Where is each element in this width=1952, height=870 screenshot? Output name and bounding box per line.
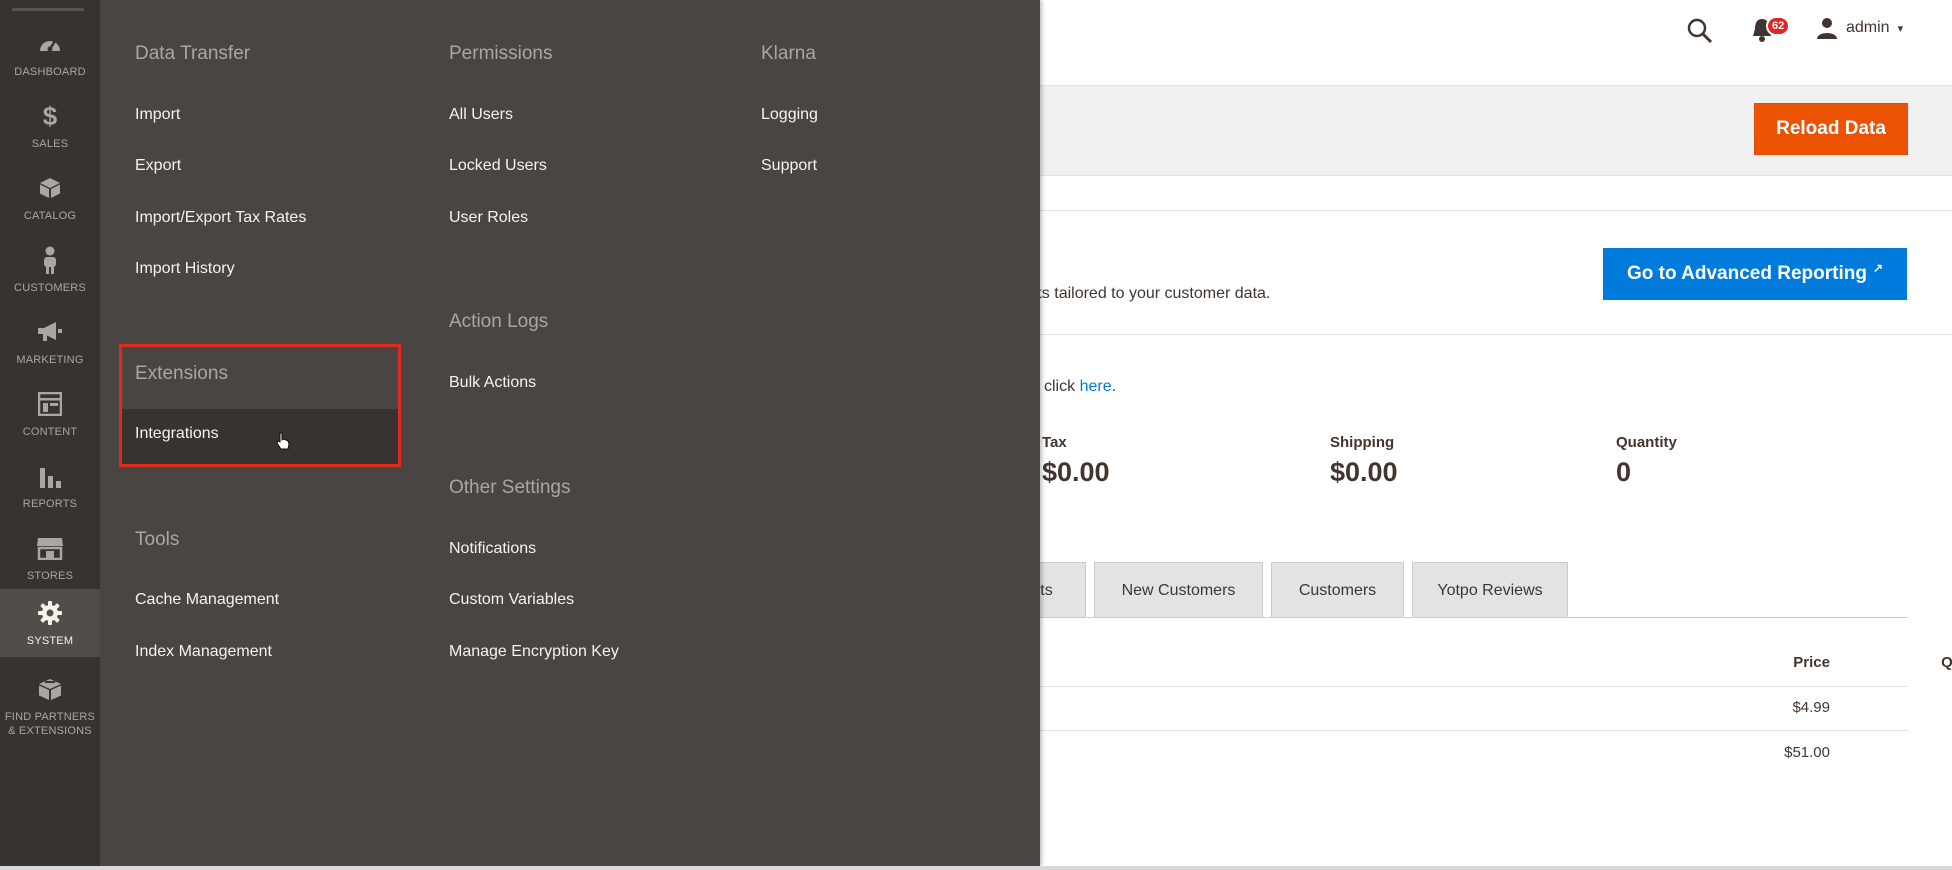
bar-chart-icon bbox=[35, 461, 65, 491]
table-cell-price: $51.00 bbox=[1784, 744, 1830, 761]
bottom-edge bbox=[0, 866, 1952, 870]
menu-item-locked-users[interactable]: Locked Users bbox=[449, 157, 547, 175]
tab-new-customers[interactable]: New Customers bbox=[1094, 562, 1263, 618]
group-title-tools: Tools bbox=[135, 529, 180, 550]
nav-label: Find Partners & Extensions bbox=[4, 711, 96, 737]
menu-item-import[interactable]: Import bbox=[135, 106, 180, 124]
system-flyout-menu: Data Transfer Import Export Import/Expor… bbox=[100, 0, 1040, 866]
stat-value: 0 bbox=[1616, 457, 1632, 487]
grid-row-divider bbox=[1000, 730, 1908, 731]
nav-label: Stores bbox=[26, 570, 74, 582]
group-title-klarna: Klarna bbox=[761, 43, 816, 64]
stat-quantity: Quantity 0 bbox=[1616, 434, 1677, 488]
menu-item-manage-encryption-key[interactable]: Manage Encryption Key bbox=[449, 643, 619, 661]
group-title-other-settings: Other Settings bbox=[449, 477, 571, 498]
column-header-quantity[interactable]: Quantity bbox=[1860, 654, 1952, 671]
chevron-down-icon: ▾ bbox=[1897, 22, 1904, 35]
tab-customers[interactable]: Customers bbox=[1271, 562, 1404, 618]
dashboard-icon bbox=[35, 29, 65, 59]
search-icon[interactable] bbox=[1686, 17, 1714, 50]
nav-marketing[interactable]: Marketing bbox=[0, 306, 100, 378]
external-link-icon: ↗ bbox=[1872, 261, 1884, 275]
nav-label: Content bbox=[22, 426, 78, 438]
info-suffix: . bbox=[1111, 378, 1117, 395]
group-title-permissions: Permissions bbox=[449, 43, 553, 64]
megaphone-icon bbox=[35, 317, 65, 347]
menu-item-index-management[interactable]: Index Management bbox=[135, 643, 272, 661]
box-icon bbox=[35, 173, 65, 203]
info-line: click here. bbox=[1044, 378, 1116, 396]
nav-dashboard[interactable]: Dashboard bbox=[0, 18, 100, 90]
dollar-icon: $ bbox=[42, 101, 58, 131]
menu-item-all-users[interactable]: All Users bbox=[449, 106, 513, 124]
menu-item-bulk-actions[interactable]: Bulk Actions bbox=[449, 374, 536, 392]
table-cell-quantity: 3 bbox=[1860, 744, 1952, 761]
stat-tax: Tax $0.00 bbox=[1042, 434, 1110, 488]
nav-system[interactable]: System bbox=[0, 589, 100, 657]
group-title-data-transfer: Data Transfer bbox=[135, 43, 251, 64]
menu-item-export[interactable]: Export bbox=[135, 157, 181, 175]
person-icon bbox=[35, 245, 65, 275]
storefront-icon bbox=[35, 533, 65, 563]
nav-stores[interactable]: Stores bbox=[0, 522, 100, 594]
button-label: Go to Advanced Reporting bbox=[1626, 263, 1867, 284]
nav-catalog[interactable]: Catalog bbox=[0, 162, 100, 234]
nav-content[interactable]: Content bbox=[0, 378, 100, 450]
nav-find-partners[interactable]: Find Partners & Extensions bbox=[0, 666, 100, 746]
user-name: admin bbox=[1846, 19, 1890, 36]
layout-icon bbox=[35, 389, 65, 419]
menu-item-import-history[interactable]: Import History bbox=[135, 260, 235, 278]
menu-item-notifications[interactable]: Notifications bbox=[449, 540, 536, 558]
highlight-box bbox=[119, 344, 401, 467]
info-prefix: click bbox=[1044, 378, 1076, 395]
user-menu[interactable]: admin ▾ bbox=[1816, 17, 1903, 39]
advanced-reporting-text: reports tailored to your customer data. bbox=[1000, 285, 1271, 302]
stat-shipping: Shipping $0.00 bbox=[1330, 434, 1398, 488]
logo-strip bbox=[12, 8, 84, 11]
nav-label: Reports bbox=[22, 498, 78, 510]
nav-label: Dashboard bbox=[14, 66, 86, 78]
partners-box-icon bbox=[35, 674, 65, 704]
nav-label: Marketing bbox=[16, 354, 84, 366]
nav-label: Catalog bbox=[23, 210, 77, 222]
user-icon bbox=[1817, 18, 1837, 39]
go-to-advanced-reporting-button[interactable]: Go to Advanced Reporting ↗ bbox=[1603, 248, 1907, 300]
nav-label: Sales bbox=[31, 138, 69, 150]
stat-label: Shipping bbox=[1330, 434, 1395, 451]
menu-item-custom-variables[interactable]: Custom Variables bbox=[449, 591, 574, 609]
here-link[interactable]: here bbox=[1080, 378, 1112, 395]
nav-sales[interactable]: $ Sales bbox=[0, 90, 100, 162]
nav-customers[interactable]: Customers bbox=[0, 234, 100, 306]
grid-row-divider bbox=[1000, 686, 1908, 687]
notification-badge[interactable]: 62 bbox=[1766, 16, 1791, 36]
menu-item-cache-management[interactable]: Cache Management bbox=[135, 591, 279, 609]
stat-label: Tax bbox=[1042, 434, 1067, 451]
tab-yotpo-reviews[interactable]: Yotpo Reviews bbox=[1412, 562, 1568, 618]
admin-sidebar: Dashboard $ Sales Catalog Customers Mark… bbox=[0, 0, 100, 870]
column-header-price[interactable]: Price bbox=[1690, 654, 1830, 671]
table-cell-price: $4.99 bbox=[1792, 699, 1830, 716]
tabs-divider bbox=[1000, 617, 1908, 618]
menu-item-user-roles[interactable]: User Roles bbox=[449, 209, 528, 227]
stat-value: $0.00 bbox=[1330, 457, 1398, 487]
nav-label: System bbox=[26, 635, 74, 647]
hand-cursor-icon bbox=[276, 432, 290, 455]
nav-label: Customers bbox=[14, 282, 86, 294]
reload-data-button[interactable]: Reload Data bbox=[1754, 103, 1908, 155]
menu-item-logging[interactable]: Logging bbox=[761, 106, 818, 124]
stat-label: Quantity bbox=[1616, 434, 1677, 451]
nav-reports[interactable]: Reports bbox=[0, 450, 100, 522]
menu-item-import-export-tax-rates[interactable]: Import/Export Tax Rates bbox=[135, 209, 306, 227]
gear-icon bbox=[35, 598, 65, 628]
menu-item-support[interactable]: Support bbox=[761, 157, 817, 175]
group-title-action-logs: Action Logs bbox=[449, 311, 549, 332]
table-cell-quantity: 13 bbox=[1860, 699, 1952, 716]
stat-value: $0.00 bbox=[1042, 457, 1110, 487]
